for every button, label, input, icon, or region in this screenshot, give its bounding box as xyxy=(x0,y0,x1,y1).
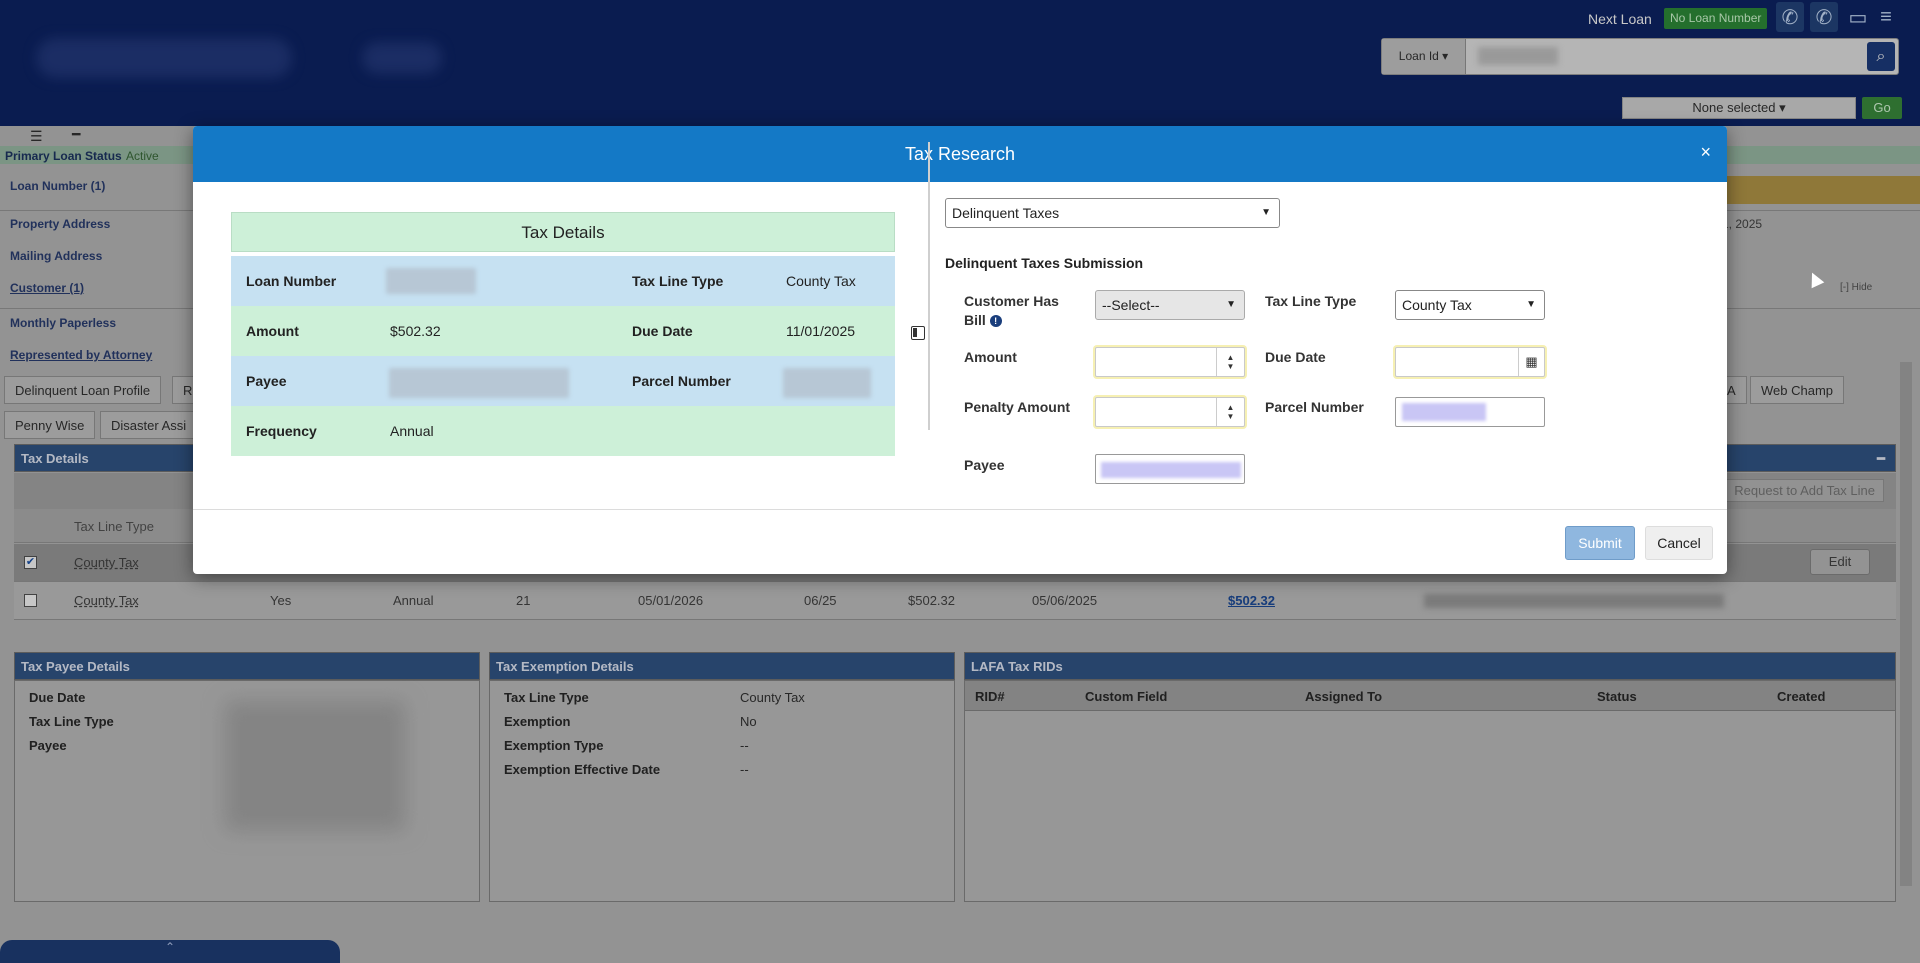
form-payee-label: Payee xyxy=(964,457,1005,473)
tax-details-title: Tax Details xyxy=(231,212,895,252)
close-icon[interactable]: × xyxy=(1700,142,1711,163)
amount-label: Amount xyxy=(246,323,299,339)
chevron-down-icon: ▼ xyxy=(1226,299,1236,310)
due-date-label: Due Date xyxy=(632,323,693,339)
customer-has-bill-text: Customer Has Bill xyxy=(964,293,1059,328)
parcel-number-input[interactable] xyxy=(1395,397,1545,427)
penalty-amount-input[interactable]: ▲ ▼ xyxy=(1095,397,1245,427)
customer-has-bill-value: --Select-- xyxy=(1102,297,1160,313)
parcel-number-value xyxy=(783,368,871,398)
submission-type-value: Delinquent Taxes xyxy=(952,205,1060,221)
frequency-label: Frequency xyxy=(246,423,317,439)
loan-number-value xyxy=(386,268,476,294)
form-tax-line-type-label: Tax Line Type xyxy=(1265,293,1357,309)
calendar-icon[interactable]: ▦ xyxy=(1518,348,1544,376)
form-parcel-number-label: Parcel Number xyxy=(1265,399,1364,415)
chevron-down-icon: ▼ xyxy=(1261,207,1271,218)
payee-input[interactable] xyxy=(1095,454,1245,484)
tax-research-modal: Tax Research × Tax Details Loan Number T… xyxy=(193,126,1727,574)
form-due-date-label: Due Date xyxy=(1265,349,1326,365)
amount-input[interactable]: ▲ ▼ xyxy=(1095,347,1245,377)
payee-blurred xyxy=(1101,462,1241,478)
submit-button[interactable]: Submit xyxy=(1565,526,1635,560)
tax-line-type-select[interactable]: County Tax ▼ xyxy=(1395,290,1545,320)
details-row-payee: Payee Parcel Number xyxy=(231,356,895,406)
submission-type-select[interactable]: Delinquent Taxes ▼ xyxy=(945,198,1280,228)
due-date-input[interactable]: ▦ xyxy=(1395,347,1545,377)
modal-vertical-divider xyxy=(928,142,930,430)
form-heading: Delinquent Taxes Submission xyxy=(945,255,1144,271)
tax-details-table: Tax Details Loan Number Tax Line Type Co… xyxy=(231,212,895,456)
collapse-panel-icon[interactable] xyxy=(911,326,925,340)
parcel-number-blurred xyxy=(1402,403,1486,421)
tax-line-type-label: Tax Line Type xyxy=(632,273,724,289)
form-tax-line-type-value: County Tax xyxy=(1402,297,1472,313)
amount-value: $502.32 xyxy=(390,323,441,339)
due-date-value: 11/01/2025 xyxy=(786,323,856,339)
penalty-amount-label: Penalty Amount xyxy=(964,399,1071,415)
payee-label: Payee xyxy=(246,373,287,389)
details-row-amount: Amount $502.32 Due Date 11/01/2025 xyxy=(231,306,895,356)
modal-footer-divider xyxy=(193,509,1727,510)
modal-title: Tax Research xyxy=(904,144,1016,164)
cancel-button[interactable]: Cancel xyxy=(1645,526,1713,560)
loan-number-label: Loan Number xyxy=(246,273,337,289)
tax-line-type-value: County Tax xyxy=(786,273,856,289)
customer-has-bill-label: Customer Has Bill ! xyxy=(964,292,1074,330)
penalty-amount-stepper[interactable]: ▲ ▼ xyxy=(1216,398,1244,426)
customer-has-bill-select[interactable]: --Select-- ▼ xyxy=(1095,290,1245,320)
details-row-frequency: Frequency Annual xyxy=(231,406,895,456)
payee-value xyxy=(389,368,569,398)
parcel-number-label: Parcel Number xyxy=(632,373,731,389)
frequency-value: Annual xyxy=(390,423,434,439)
chevron-down-icon: ▼ xyxy=(1526,299,1536,310)
amount-stepper[interactable]: ▲ ▼ xyxy=(1216,348,1244,376)
modal-header: Tax Research × xyxy=(193,126,1727,182)
details-row-loan: Loan Number Tax Line Type County Tax xyxy=(231,256,895,306)
form-amount-label: Amount xyxy=(964,349,1017,365)
info-icon[interactable]: ! xyxy=(989,315,1002,328)
